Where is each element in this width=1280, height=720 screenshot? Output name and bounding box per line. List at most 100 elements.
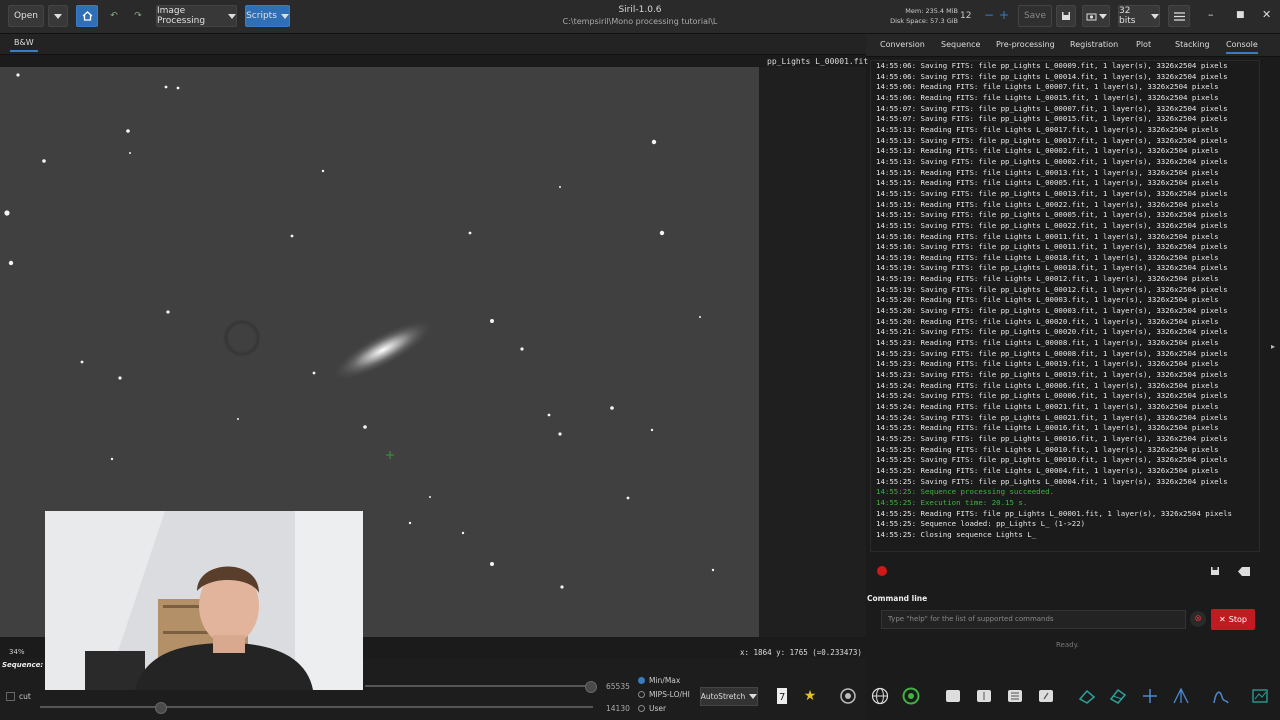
tab-sequence[interactable]: Sequence xyxy=(941,40,980,49)
save-log-button[interactable] xyxy=(1205,561,1225,581)
chevron-down-icon xyxy=(1151,13,1159,19)
clear-command-button[interactable]: ⊗ xyxy=(1190,611,1206,627)
thread-count[interactable]: 12 xyxy=(960,11,971,21)
console-line: 14:55:24: Reading FITS: file Lights L_00… xyxy=(876,402,1219,411)
disk-space: Disk Space: 57.3 GiB xyxy=(890,17,958,25)
frame-button[interactable] xyxy=(943,686,963,706)
psf-button[interactable] xyxy=(1077,686,1097,706)
main-menu-button[interactable] xyxy=(1168,5,1190,27)
console-line: 14:55:21: Saving FITS: file pp_Lights L_… xyxy=(876,327,1228,337)
mode-minmax-radio[interactable]: Min/Max xyxy=(638,676,680,685)
chevron-down-icon xyxy=(749,694,758,699)
thread-increase-button[interactable]: + xyxy=(999,8,1009,22)
undo-button[interactable]: ↶ xyxy=(104,5,124,27)
chevron-down-icon xyxy=(228,13,236,19)
stop-button[interactable]: ✕ Stop xyxy=(1211,609,1255,630)
mirror-button[interactable] xyxy=(974,686,994,706)
stretch-select[interactable]: AutoStretch xyxy=(700,687,758,706)
checkbox-icon xyxy=(6,692,15,701)
console-log[interactable]: 14:55:06: Saving FITS: file pp_Lights L_… xyxy=(870,60,1260,552)
plate-solve-button[interactable] xyxy=(870,686,890,706)
photometry-button[interactable] xyxy=(838,686,858,706)
grid-icon xyxy=(1008,690,1022,702)
stars-shape-icon xyxy=(1109,688,1127,704)
pseudo-color-button[interactable]: ★ xyxy=(800,686,820,706)
cut-checkbox[interactable]: cut xyxy=(6,692,31,701)
high-slider[interactable] xyxy=(365,685,593,687)
home-icon xyxy=(82,11,92,21)
chevron-down-icon xyxy=(1098,13,1107,19)
bit-depth-label: 32 bits xyxy=(1119,6,1136,26)
globe-icon xyxy=(871,687,889,705)
resource-info: Mem: 235.4 MiB Disk Space: 57.3 GiB xyxy=(888,6,958,26)
dust-ring-artifact xyxy=(222,318,262,358)
clear-log-button[interactable] xyxy=(1234,561,1254,581)
zoom-level: 34% xyxy=(9,648,25,656)
redo-button[interactable]: ↷ xyxy=(128,5,148,27)
low-slider[interactable] xyxy=(40,706,593,708)
low-value[interactable]: 14130 xyxy=(606,704,630,713)
console-line: 14:55:07: Saving FITS: file pp_Lights L_… xyxy=(876,114,1228,124)
console-line: 14:55:06: Reading FITS: file Lights L_00… xyxy=(876,82,1219,92)
radio-selected-icon xyxy=(638,677,645,684)
redo-icon: ↷ xyxy=(134,11,142,21)
rotate-button[interactable] xyxy=(1036,686,1056,706)
thread-decrease-button[interactable]: − xyxy=(984,8,994,22)
high-value[interactable]: 65535 xyxy=(606,682,630,691)
presenter-video xyxy=(45,511,363,690)
command-input[interactable]: Type "help" for the list of supported co… xyxy=(881,610,1186,629)
scripts-label: Scripts xyxy=(246,11,277,21)
radio-icon xyxy=(638,705,645,712)
minimize-button[interactable]: – xyxy=(1208,8,1214,21)
console-line: 14:55:06: Saving FITS: file pp_Lights L_… xyxy=(876,71,1228,81)
record-indicator[interactable] xyxy=(877,566,887,576)
tab-conversion[interactable]: Conversion xyxy=(880,40,925,49)
console-line: 14:55:25: Saving FITS: file pp_Lights L_… xyxy=(876,476,1228,486)
console-line: 14:55:20: Reading FITS: file Lights L_00… xyxy=(876,295,1219,305)
tab-bw[interactable]: B&W xyxy=(10,38,38,52)
console-line: 14:55:25: Sequence processing succeeded. xyxy=(876,487,1054,497)
low-slider-handle[interactable] xyxy=(155,702,167,714)
mode-user-label: User xyxy=(649,704,667,713)
snapshot-button[interactable] xyxy=(1082,5,1110,27)
mirror-icon xyxy=(977,690,991,702)
grid-button[interactable] xyxy=(1005,686,1025,706)
tab-registration[interactable]: Registration xyxy=(1070,40,1118,49)
save-label: Save xyxy=(1023,11,1047,21)
histogram-toggle-button[interactable]: 7 xyxy=(772,686,792,706)
image-filename: pp_Lights L_00001.fit xyxy=(767,57,869,66)
close-button[interactable]: ✕ xyxy=(1262,8,1271,21)
save-as-button[interactable] xyxy=(1056,5,1076,27)
save-button[interactable]: Save xyxy=(1018,5,1052,27)
mode-user-radio[interactable]: User xyxy=(638,704,666,713)
stars-button[interactable] xyxy=(1108,686,1128,706)
console-line: 14:55:16: Saving FITS: file pp_Lights L_… xyxy=(876,242,1228,252)
tab-plot[interactable]: Plot xyxy=(1136,40,1151,49)
annotate-button[interactable] xyxy=(901,686,921,706)
scripts-menu[interactable]: Scripts xyxy=(245,5,290,27)
console-line: 14:55:25: Saving FITS: file pp_Lights L_… xyxy=(876,455,1228,465)
mode-mips-radio[interactable]: MIPS-LO/HI xyxy=(638,690,690,699)
console-line: 14:55:24: Saving FITS: file pp_Lights L_… xyxy=(876,391,1228,401)
panel-expand-icon[interactable]: ▸ xyxy=(1271,342,1275,351)
histogram-button[interactable] xyxy=(1211,686,1231,706)
high-slider-handle[interactable] xyxy=(585,681,597,693)
image-processing-menu[interactable]: Image Processing xyxy=(156,5,237,27)
mode-mips-label: MIPS-LO/HI xyxy=(649,690,690,699)
tab-console[interactable]: Console xyxy=(1226,40,1258,54)
tab-stacking[interactable]: Stacking xyxy=(1175,40,1210,49)
bit-depth-menu[interactable]: 32 bits xyxy=(1118,5,1160,27)
open-button[interactable]: Open xyxy=(8,5,44,27)
photometry-icon xyxy=(840,688,856,704)
chevron-down-icon xyxy=(280,13,289,19)
stats-button[interactable] xyxy=(1250,686,1270,706)
open-recent-dropdown[interactable] xyxy=(48,5,68,27)
maximize-button[interactable]: ■ xyxy=(1236,10,1245,20)
tab-pre-processing[interactable]: Pre-processing xyxy=(996,40,1055,49)
console-line: 14:55:13: Saving FITS: file pp_Lights L_… xyxy=(876,135,1228,145)
measure-button[interactable] xyxy=(1140,686,1160,706)
console-line: 14:55:23: Reading FITS: file Lights L_00… xyxy=(876,338,1219,348)
home-button[interactable] xyxy=(76,5,98,27)
profile-button[interactable] xyxy=(1171,686,1191,706)
console-line: 14:55:20: Saving FITS: file pp_Lights L_… xyxy=(876,306,1228,316)
